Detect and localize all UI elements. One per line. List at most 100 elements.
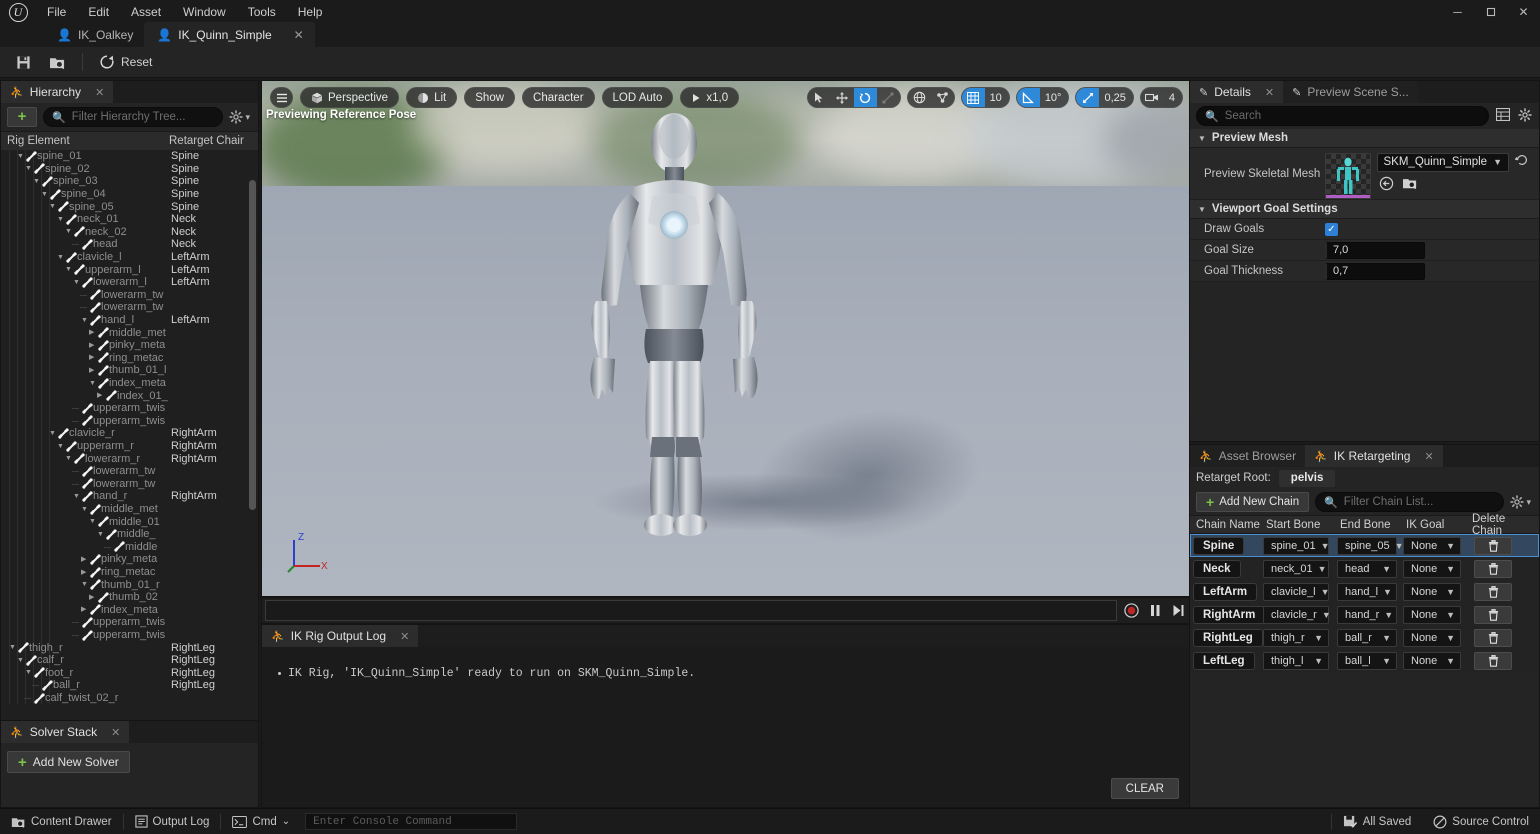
camera-speed-icon[interactable] [1141,87,1164,108]
ik-goal-dropdown[interactable]: None▼ [1403,583,1461,601]
chevron-right-icon[interactable]: ▶ [89,352,94,363]
delete-chain-button[interactable] [1474,583,1512,601]
goal-size-input[interactable]: 7,0 [1325,242,1425,259]
hierarchy-tree-row[interactable]: lowerarm_tw [1,478,258,491]
hierarchy-tree-row[interactable]: ▶ring_metac [1,566,258,579]
browse-icon[interactable] [1402,176,1418,194]
hierarchy-tree-row[interactable]: ▼spine_03Spine [1,175,258,188]
chain-row[interactable]: Spine spine_01▼ spine_05▼ None▼ [1190,534,1539,557]
hierarchy-tree-row[interactable]: ▼clavicle_rRightArm [1,427,258,440]
add-element-button[interactable]: + [7,107,37,127]
console-command-input[interactable]: Enter Console Command [305,813,517,830]
chevron-down-icon[interactable]: ▼ [65,264,72,275]
add-new-chain-button[interactable]: + Add New Chain [1196,492,1309,512]
source-control-button[interactable]: Source Control [1422,809,1540,834]
hierarchy-tree-row[interactable]: lowerarm_tw [1,289,258,302]
chain-row[interactable]: RightLegthigh_r▼ball_r▼None▼ [1190,626,1539,649]
goal-thickness-input[interactable]: 0,7 [1325,263,1425,280]
move-icon[interactable] [831,87,854,108]
chain-name-field[interactable]: Neck [1193,560,1241,578]
hierarchy-tree-row[interactable]: ▼lowerarm_lLeftArm [1,276,258,289]
pause-button[interactable] [1143,597,1166,624]
chevron-down-icon[interactable]: ▼ [57,441,64,452]
output-log-body[interactable]: IK Rig, 'IK_Quinn_Simple' ready to run o… [262,647,1189,807]
hierarchy-tree-row[interactable]: ▼foot_rRightLeg [1,667,258,680]
viewport[interactable]: Perspective Lit Show Character LOD Auto … [261,80,1190,597]
start-bone-dropdown[interactable]: neck_01▼ [1263,560,1329,578]
chevron-right-icon[interactable]: ▶ [81,604,86,615]
skeletal-mesh-thumbnail[interactable] [1325,153,1371,199]
chain-name-field[interactable]: RightArm [1193,606,1265,624]
tab-preview-scene-settings[interactable]: ✎ Preview Scene S... [1283,81,1418,103]
chain-row[interactable]: Neckneck_01▼head▼None▼ [1190,557,1539,580]
hierarchy-tree-row[interactable]: headNeck [1,238,258,251]
column-ik-goal[interactable]: IK Goal [1400,519,1466,531]
menu-item-edit[interactable]: Edit [77,2,120,22]
tab-asset-browser[interactable]: ⛹ Asset Browser [1190,445,1305,467]
asset-tab-ik-oalkey[interactable]: 👤 IK_Oalkey [44,22,144,47]
hierarchy-tree-row[interactable]: ▶thumb_02 [1,591,258,604]
chevron-down-icon[interactable]: ▼ [33,176,40,187]
chevron-down-icon[interactable]: ▼ [81,315,88,326]
chevron-down-icon[interactable]: ▼ [25,667,32,678]
hierarchy-tree-row[interactable]: ▶ring_metac [1,352,258,365]
column-delete-chain[interactable]: Delete Chain [1466,513,1536,537]
ik-goal-dropdown[interactable]: None▼ [1403,537,1461,555]
browse-content-button[interactable] [41,50,74,75]
chain-row[interactable]: LeftArmclavicle_l▼hand_l▼None▼ [1190,580,1539,603]
hierarchy-tree-row[interactable]: ▼upperarm_lLeftArm [1,263,258,276]
chevron-right-icon[interactable]: ▶ [81,554,86,565]
chain-name-field[interactable]: Spine [1193,537,1244,555]
reset-button[interactable]: Reset [91,50,160,75]
hierarchy-tree-row[interactable]: ▼neck_02Neck [1,226,258,239]
hierarchy-tree-row[interactable]: ▼hand_lLeftArm [1,314,258,327]
camera-speed-value[interactable]: 4 [1164,92,1182,104]
hierarchy-filter-input[interactable]: 🔍 Filter Hierarchy Tree... [43,107,223,127]
retargeting-settings-button[interactable]: ▾ [1510,495,1533,509]
column-layout-icon[interactable] [1495,108,1511,124]
close-icon[interactable]: ✕ [1265,86,1274,99]
step-forward-button[interactable] [1166,597,1189,624]
unreal-logo[interactable]: U [0,0,36,24]
world-coords-icon[interactable] [908,87,931,108]
start-bone-dropdown[interactable]: spine_01▼ [1263,537,1329,555]
start-bone-dropdown[interactable]: thigh_l▼ [1263,652,1329,670]
tab-solver-stack[interactable]: ⛹ Solver Stack ✕ [1,721,129,743]
close-icon[interactable]: ✕ [1424,450,1433,463]
end-bone-dropdown[interactable]: head▼ [1337,560,1397,578]
chain-filter-input[interactable]: 🔍 Filter Chain List... [1315,492,1504,512]
end-bone-dropdown[interactable]: spine_05▼ [1337,537,1397,555]
chevron-down-icon[interactable]: ▼ [17,655,24,666]
delete-chain-button[interactable] [1474,606,1512,624]
chevron-right-icon[interactable]: ▶ [97,390,102,401]
hierarchy-tree-row[interactable]: lowerarm_tw [1,465,258,478]
angle-snap-value[interactable]: 10° [1040,92,1069,104]
surface-snap-icon[interactable] [931,87,954,108]
hierarchy-tree-row[interactable]: upperarm_twis [1,415,258,428]
ik-goal-dropdown[interactable]: None▼ [1403,652,1461,670]
close-icon[interactable]: ✕ [278,28,304,42]
hierarchy-tree-row[interactable]: ball_rRightLeg [1,679,258,692]
menu-item-help[interactable]: Help [287,2,334,22]
column-start-bone[interactable]: Start Bone [1260,519,1334,531]
end-bone-dropdown[interactable]: ball_l▼ [1337,652,1397,670]
chevron-down-icon[interactable]: ▼ [17,151,24,162]
hierarchy-settings-button[interactable]: ▾ [229,110,252,124]
chevron-right-icon[interactable]: ▶ [89,365,94,376]
hierarchy-tree-row[interactable]: ▶pinky_meta [1,553,258,566]
hierarchy-tree-row[interactable]: ▼middle_met [1,503,258,516]
draw-goals-checkbox[interactable]: ✓ [1325,223,1338,236]
column-chain-name[interactable]: Chain Name [1190,519,1260,531]
details-search-input[interactable]: 🔍 Search [1196,106,1489,126]
chevron-down-icon[interactable]: ▼ [49,201,56,212]
chain-row[interactable]: LeftLegthigh_l▼ball_l▼None▼ [1190,649,1539,672]
end-bone-dropdown[interactable]: hand_r▼ [1337,606,1397,624]
close-icon[interactable]: ✕ [111,726,120,739]
chevron-right-icon[interactable]: ▶ [89,327,94,338]
chevron-right-icon[interactable]: ▶ [89,592,94,603]
delete-chain-button[interactable] [1474,537,1512,555]
scale-snap-value[interactable]: 0,25 [1099,92,1132,104]
tab-hierarchy[interactable]: ⛹ Hierarchy ✕ [1,81,113,103]
chevron-down-icon[interactable]: ▼ [57,252,64,263]
tab-ik-rig-output-log[interactable]: ⛹ IK Rig Output Log ✕ [262,625,418,647]
